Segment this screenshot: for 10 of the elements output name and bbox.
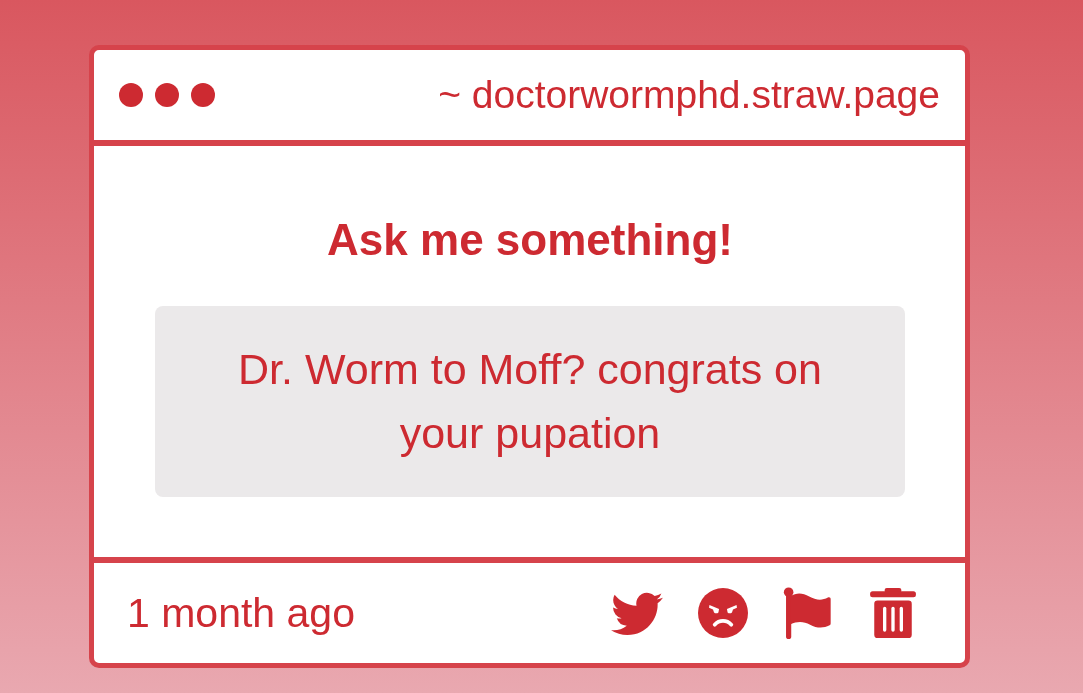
question-text: Dr. Worm to Moff? congrats on your pupation (155, 306, 905, 497)
window-dot-icon (155, 83, 179, 107)
angry-face-icon[interactable] (698, 588, 748, 638)
window-dot-icon (191, 83, 215, 107)
window-dot-icon (119, 83, 143, 107)
heading: Ask me something! (326, 214, 734, 266)
bird-icon[interactable] (611, 591, 663, 635)
trash-icon[interactable] (870, 588, 916, 638)
address-text: ~ doctorwormphd.straw.page (438, 72, 940, 118)
time-text: 1 month ago (127, 589, 355, 637)
